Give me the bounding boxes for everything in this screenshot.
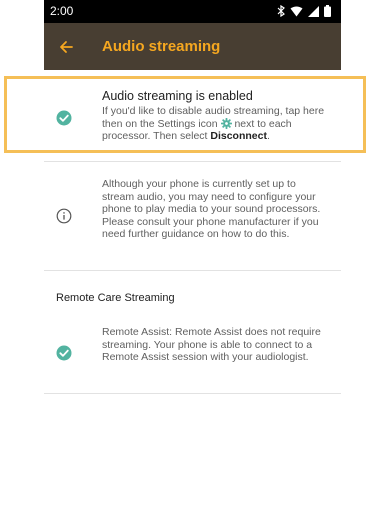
phone-screen: 2:00 Audio streaming Audio streaming is … xyxy=(44,0,341,527)
arrow-back-icon xyxy=(60,41,73,53)
check-circle-icon xyxy=(56,345,72,361)
status-bar: 2:00 xyxy=(44,0,341,23)
item-description-end: . xyxy=(266,130,270,142)
item-text-block: Audio streaming is enabled If you'd like… xyxy=(102,89,330,143)
info-circle-icon xyxy=(56,208,72,224)
bluetooth-icon xyxy=(277,5,285,17)
wifi-icon xyxy=(290,6,303,16)
app-bar: Audio streaming xyxy=(44,23,341,70)
list-item-audio-streaming-enabled[interactable]: Audio streaming is enabled If you'd like… xyxy=(44,80,341,160)
list-item-streaming-info: Although your phone is currently set up … xyxy=(44,162,341,270)
status-time: 2:00 xyxy=(50,4,74,18)
item-text-block: Remote Assist: Remote Assist does not re… xyxy=(102,326,321,363)
page: 2:00 Audio streaming Audio streaming is … xyxy=(0,0,370,527)
item-title: Audio streaming is enabled xyxy=(102,89,253,103)
divider xyxy=(44,270,341,271)
back-button[interactable] xyxy=(54,35,78,59)
item-text-block: Although your phone is currently set up … xyxy=(102,178,321,240)
check-circle-icon xyxy=(56,110,72,126)
divider xyxy=(44,393,341,394)
disconnect-text: Disconnect xyxy=(210,130,267,142)
list-item-remote-assist: Remote Assist: Remote Assist does not re… xyxy=(44,318,341,393)
page-title: Audio streaming xyxy=(102,38,221,55)
section-header-remote-care: Remote Care Streaming xyxy=(56,292,175,304)
gear-icon xyxy=(220,117,232,129)
status-icons xyxy=(277,4,331,18)
battery-icon xyxy=(324,5,331,17)
signal-icon xyxy=(308,5,319,17)
